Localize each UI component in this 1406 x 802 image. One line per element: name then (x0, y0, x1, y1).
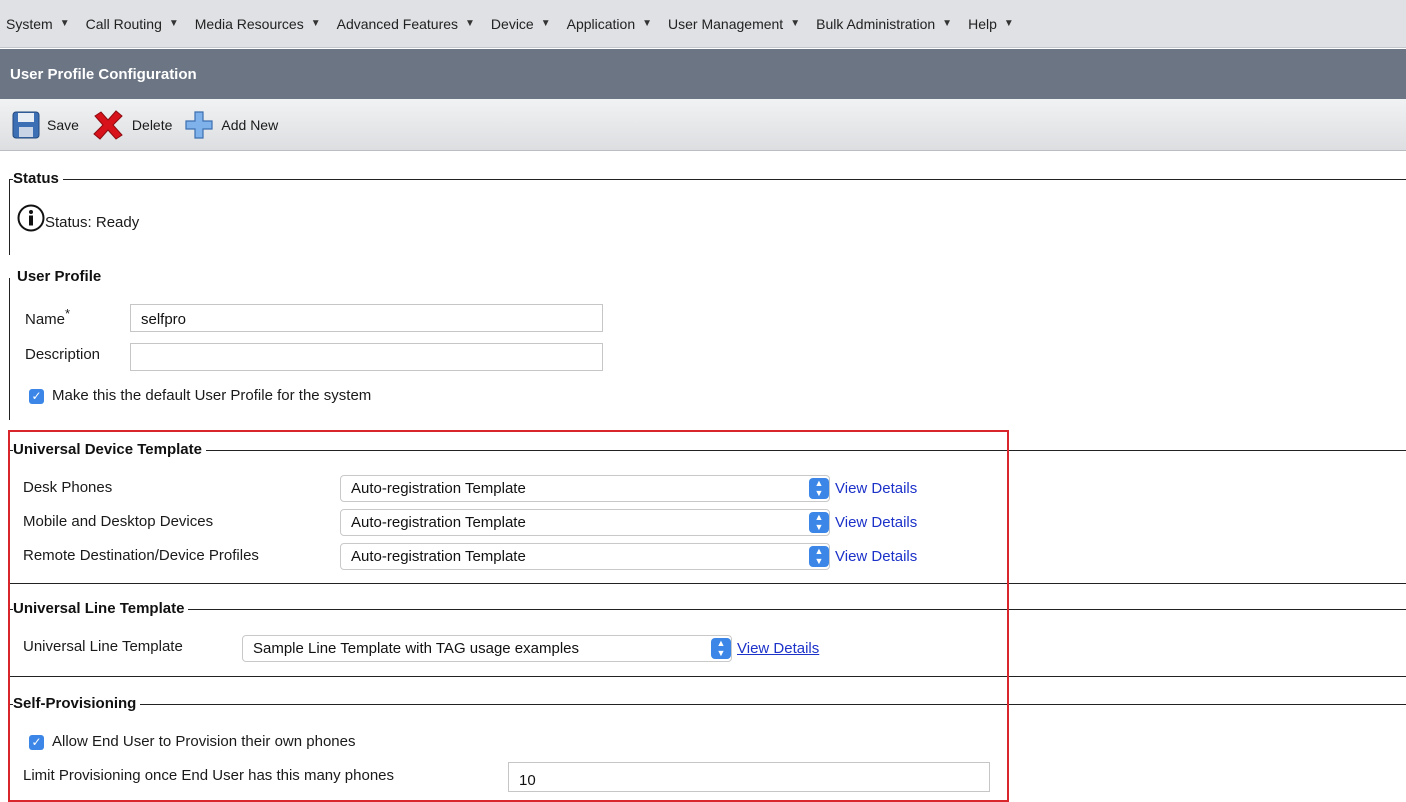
top-menu-bar: System ▼ Call Routing ▼ Media Resources ▼ A… (0, 0, 1406, 48)
description-label: Description (25, 346, 101, 363)
save-button[interactable]: Save (12, 111, 79, 139)
name-label: Name* (25, 306, 71, 328)
caret-down-icon: ▼ (642, 18, 653, 29)
user-profile-section: User Profile Name* selfpro Description ✓… (9, 268, 1406, 420)
menu-application[interactable]: Application ▼ (567, 16, 652, 32)
menu-user-management[interactable]: User Management ▼ (668, 16, 800, 32)
remote-destination-profiles-label: Remote Destination/Device Profiles (23, 547, 259, 564)
name-input[interactable]: selfpro (130, 304, 603, 332)
caret-down-icon: ▼ (790, 18, 801, 29)
status-section: Status Status: Ready (9, 170, 1406, 255)
caret-down-icon: ▼ (59, 18, 70, 29)
select-arrows-icon: ▲ ▼ (809, 546, 829, 567)
info-icon (17, 204, 45, 232)
universal-line-template-label: Universal Line Template (23, 638, 183, 655)
menu-bulk-administration[interactable]: Bulk Administration ▼ (816, 16, 952, 32)
delete-button[interactable]: Delete (91, 109, 172, 140)
mobile-desktop-devices-view-details-link[interactable]: View Details (835, 514, 917, 531)
page-title: User Profile Configuration (10, 65, 197, 83)
caret-down-icon: ▼ (310, 18, 321, 29)
self-provisioning-section: Self-Provisioning ✓ Allow End User to Pr… (9, 695, 1406, 802)
allow-self-provision-label: Allow End User to Provision their own ph… (52, 733, 356, 750)
universal-line-template-legend: Universal Line Template (13, 600, 189, 618)
user-profile-legend: User Profile (17, 268, 106, 286)
menu-system[interactable]: System ▼ (6, 16, 70, 32)
select-arrows-icon: ▲ ▼ (711, 638, 731, 659)
page-title-bar: User Profile Configuration (0, 49, 1406, 99)
default-profile-checkbox[interactable]: ✓ (29, 389, 44, 404)
save-icon (12, 111, 40, 138)
desk-phones-label: Desk Phones (23, 479, 113, 496)
universal-line-template-section: Universal Line Template Universal Line T… (9, 600, 1406, 670)
limit-provisioning-input[interactable]: 10 (508, 762, 990, 792)
caret-down-icon: ▼ (1003, 18, 1014, 29)
remote-destination-profiles-select[interactable]: Auto-registration Template ▲ ▼ (340, 543, 830, 570)
default-profile-label: Make this the default User Profile for t… (52, 387, 372, 404)
delete-x-icon (93, 109, 123, 140)
menu-device[interactable]: Device ▼ (491, 16, 551, 32)
select-arrows-icon: ▲ ▼ (809, 478, 829, 499)
menu-media-resources[interactable]: Media Resources ▼ (195, 16, 321, 32)
desk-phones-view-details-link[interactable]: View Details (835, 480, 917, 497)
add-plus-icon (185, 110, 213, 139)
universal-device-template-section: Universal Device Template Desk Phones Au… (9, 441, 1406, 576)
add-new-button[interactable]: Add New (184, 110, 278, 140)
caret-down-icon: ▼ (465, 18, 475, 29)
self-provisioning-legend: Self-Provisioning (13, 695, 141, 713)
required-mark: * (65, 306, 71, 321)
desk-phones-select[interactable]: Auto-registration Template ▲ ▼ (340, 475, 830, 502)
mobile-desktop-devices-label: Mobile and Desktop Devices (23, 513, 214, 530)
allow-self-provision-checkbox[interactable]: ✓ (29, 735, 44, 750)
menu-advanced-features[interactable]: Advanced Features ▼ (337, 16, 475, 32)
limit-provisioning-label: Limit Provisioning once End User has thi… (23, 767, 395, 784)
status-text: Status: Ready (45, 214, 140, 231)
caret-down-icon: ▼ (942, 18, 953, 29)
menu-help[interactable]: Help ▼ (968, 16, 1014, 32)
status-legend: Status (13, 170, 63, 188)
caret-down-icon: ▼ (540, 18, 551, 29)
menu-call-routing[interactable]: Call Routing ▼ (86, 16, 179, 32)
universal-device-template-legend: Universal Device Template (13, 441, 206, 459)
remote-destination-profiles-view-details-link[interactable]: View Details (835, 548, 917, 565)
caret-down-icon: ▼ (168, 18, 179, 29)
description-input[interactable] (130, 343, 603, 371)
universal-line-template-select[interactable]: Sample Line Template with TAG usage exam… (242, 635, 732, 662)
select-arrows-icon: ▲ ▼ (809, 512, 829, 533)
universal-line-template-view-details-link[interactable]: View Details (737, 640, 819, 657)
mobile-desktop-devices-select[interactable]: Auto-registration Template ▲ ▼ (340, 509, 830, 536)
toolbar: Save Delete Add New (0, 99, 1406, 151)
